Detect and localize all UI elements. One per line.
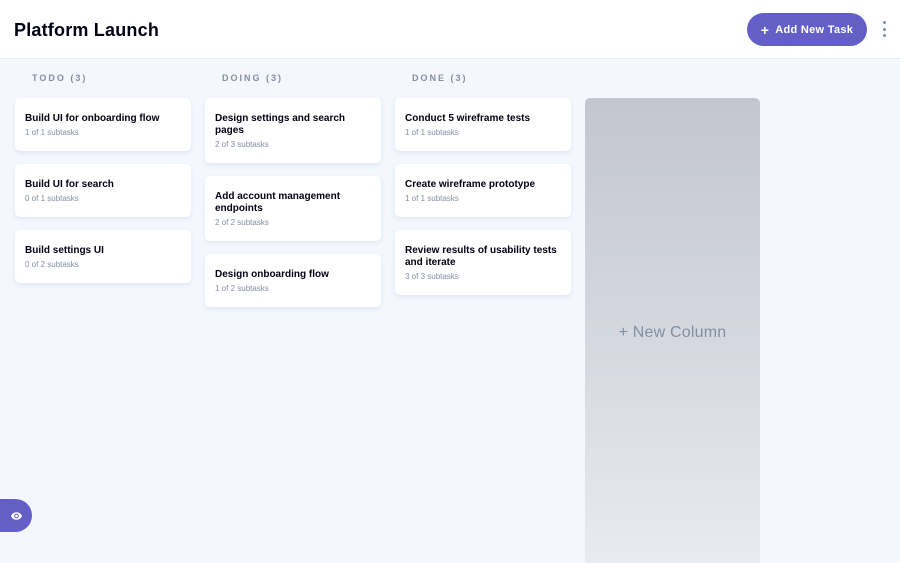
- eye-icon: [10, 511, 22, 520]
- task-card[interactable]: Review results of usability tests and it…: [395, 230, 571, 295]
- card-list: Design settings and search pages 2 of 3 …: [205, 98, 381, 320]
- task-card[interactable]: Design settings and search pages 2 of 3 …: [205, 98, 381, 163]
- task-subtasks: 1 of 1 subtasks: [405, 194, 459, 203]
- column-heading: DOING (3): [222, 73, 284, 83]
- new-column-button[interactable]: + New Column: [585, 98, 760, 563]
- task-card[interactable]: Build UI for onboarding flow 1 of 1 subt…: [15, 98, 191, 151]
- add-new-task-button[interactable]: + Add New Task: [747, 13, 867, 46]
- task-title: Design settings and search pages: [215, 113, 346, 136]
- task-title: Conduct 5 wireframe tests: [405, 113, 531, 124]
- task-title: Build UI for onboarding flow: [25, 113, 160, 124]
- task-title: Design onboarding flow: [215, 269, 329, 280]
- task-title: Add account management endpoints: [215, 191, 341, 214]
- task-subtasks: 1 of 2 subtasks: [215, 284, 269, 293]
- top-header: Platform Launch + Add New Task: [0, 0, 900, 59]
- add-new-task-label: Add New Task: [775, 23, 854, 36]
- board-title: Platform Launch: [14, 20, 160, 40]
- show-sidebar-button[interactable]: [0, 499, 32, 532]
- task-subtasks: 1 of 1 subtasks: [25, 128, 79, 137]
- task-subtasks: 2 of 2 subtasks: [215, 218, 269, 227]
- vertical-ellipsis-icon[interactable]: [879, 20, 889, 38]
- card-list: Build UI for onboarding flow 1 of 1 subt…: [15, 98, 191, 296]
- plus-icon: +: [760, 21, 770, 38]
- card-list: Conduct 5 wireframe tests 1 of 1 subtask…: [395, 98, 571, 308]
- task-title: Build UI for search: [25, 179, 114, 190]
- column-doing: DOING (3) Design settings and search pag…: [205, 71, 381, 307]
- column-heading: DONE (3): [412, 73, 468, 83]
- column-todo: TODO (3) Build UI for onboarding flow 1 …: [15, 71, 191, 283]
- column-heading: TODO (3): [32, 73, 88, 83]
- task-title: Build settings UI: [25, 245, 104, 256]
- task-card[interactable]: Design onboarding flow 1 of 2 subtasks: [205, 254, 381, 307]
- task-title: Create wireframe prototype: [405, 179, 536, 190]
- column-done: DONE (3) Conduct 5 wireframe tests 1 of …: [395, 71, 571, 295]
- task-card[interactable]: Create wireframe prototype 1 of 1 subtas…: [395, 164, 571, 217]
- task-subtasks: 1 of 1 subtasks: [405, 128, 459, 137]
- task-subtasks: 0 of 1 subtasks: [25, 194, 79, 203]
- task-subtasks: 2 of 3 subtasks: [215, 140, 269, 149]
- task-card[interactable]: Add account management endpoints 2 of 2 …: [205, 176, 381, 241]
- task-card[interactable]: Build UI for search 0 of 1 subtasks: [15, 164, 191, 217]
- task-title: Review results of usability tests and it…: [405, 245, 557, 268]
- task-card[interactable]: Build settings UI 0 of 2 subtasks: [15, 230, 191, 283]
- new-column-label: + New Column: [618, 324, 727, 341]
- task-subtasks: 0 of 2 subtasks: [25, 260, 79, 269]
- task-subtasks: 3 of 3 subtasks: [405, 272, 459, 281]
- task-card[interactable]: Conduct 5 wireframe tests 1 of 1 subtask…: [395, 98, 571, 151]
